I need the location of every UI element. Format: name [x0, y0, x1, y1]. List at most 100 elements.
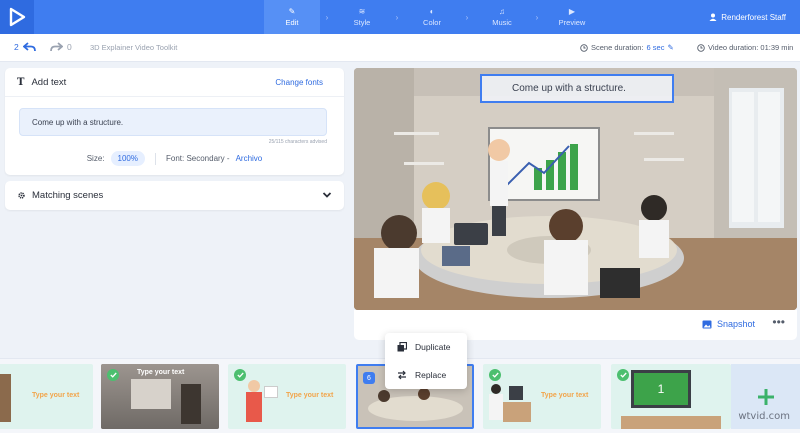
replace-label: Replace — [415, 370, 447, 380]
matching-scenes-title: Matching scenes — [32, 190, 104, 201]
redo-button[interactable]: 0 — [50, 42, 72, 52]
project-name: 3D Explainer Video Toolkit — [90, 43, 178, 52]
desk-shape — [503, 402, 531, 422]
matching-scenes-panel[interactable]: Matching scenes — [5, 181, 344, 210]
video-duration: Video duration: 01:39 min — [697, 43, 793, 52]
character-head — [491, 384, 501, 394]
step-label: Color — [423, 17, 441, 27]
scene-number-badge: 6 — [363, 372, 375, 384]
thumbnail-text: Type your text — [32, 392, 80, 399]
clock-icon — [580, 43, 588, 52]
chevron-right-icon: › — [535, 12, 539, 22]
checkmark-icon — [617, 369, 629, 381]
scene-preview[interactable]: Come up with a structure. — [354, 68, 797, 310]
bookshelf-shape — [181, 384, 201, 424]
swap-arrows-icon — [398, 370, 406, 380]
user-menu[interactable]: Renderforest Staff — [709, 0, 786, 34]
scene-illustration — [354, 68, 797, 310]
character-head — [378, 390, 390, 402]
pencil-icon: ✎ — [288, 6, 296, 16]
scene-duration[interactable]: Scene duration: 6 sec ✎ — [580, 43, 674, 52]
font-label: Font: Secondary - — [165, 154, 230, 163]
add-text-title: Add text — [31, 77, 67, 88]
duplicate-label: Duplicate — [415, 342, 451, 352]
step-music[interactable]: ♫ Music — [474, 0, 530, 34]
app-logo[interactable] — [0, 0, 34, 34]
size-value-button[interactable]: 100% — [110, 151, 145, 166]
scene-text-input[interactable]: Come up with a structure. — [19, 108, 327, 136]
editor-toolbar: 2 0 3D Explainer Video Toolkit Scene dur… — [0, 34, 800, 62]
step-style[interactable]: ≋ Style — [334, 0, 390, 34]
layers-icon: ≋ — [358, 6, 366, 16]
add-text-header: T Add text — [17, 77, 66, 88]
preview-caption-text[interactable]: Come up with a structure. — [480, 74, 674, 103]
change-fonts-link[interactable]: Change fonts — [275, 78, 323, 87]
user-name: Renderforest Staff — [721, 12, 786, 22]
scene-context-menu: Duplicate Replace — [385, 333, 467, 389]
undo-count: 2 — [14, 42, 19, 52]
chevron-down-icon[interactable] — [322, 190, 332, 200]
divider — [5, 96, 344, 97]
wizard-steps: ✎ Edit › ≋ Style › ◐ Color › ♫ Music › ▶… — [264, 0, 600, 34]
thumbnail-text: Type your text — [286, 392, 334, 399]
character-head — [248, 380, 260, 392]
image-icon — [702, 320, 712, 328]
matching-scenes-header: Matching scenes — [17, 190, 103, 201]
divider — [154, 152, 156, 165]
character-body — [246, 392, 262, 422]
step-label: Style — [353, 17, 371, 27]
scene-duration-value: 6 sec — [646, 43, 665, 52]
thumbnail-text: Type your text — [541, 392, 589, 399]
watermark: wtvid.com — [738, 411, 790, 422]
user-icon — [709, 13, 717, 21]
character-figure — [0, 374, 11, 422]
duplicate-icon — [397, 342, 407, 352]
window-shape — [131, 379, 171, 409]
replace-menu-item[interactable]: Replace — [385, 361, 467, 389]
redo-count: 0 — [67, 42, 72, 52]
video-duration-label: Video duration: 01:39 min — [708, 43, 794, 52]
pencil-icon[interactable]: ✎ — [667, 43, 673, 52]
undo-button[interactable]: 2 — [14, 42, 36, 52]
undo-arrow-icon — [22, 42, 36, 52]
add-text-panel: T Add text Change fonts Come up with a s… — [5, 68, 344, 175]
size-label: Size: — [86, 154, 105, 163]
duplicate-menu-item[interactable]: Duplicate — [385, 333, 467, 361]
scene-thumbnail[interactable]: 1 — [611, 364, 731, 429]
scene-thumbnail[interactable]: Type your text — [483, 364, 601, 429]
character-head — [418, 388, 430, 400]
sign-shape — [264, 386, 278, 398]
step-label: Preview — [558, 17, 586, 27]
redo-arrow-icon — [50, 42, 63, 52]
step-label: Music — [492, 17, 512, 27]
clock-icon — [697, 43, 705, 52]
checkmark-icon — [234, 369, 246, 381]
text-size-font-row: Size: 100% Font: Secondary - Archivo — [5, 151, 344, 166]
music-icon: ♫ — [499, 6, 505, 16]
chevron-right-icon: › — [395, 12, 399, 22]
step-edit[interactable]: ✎ Edit — [264, 0, 320, 34]
scene-thumbnail[interactable]: Type your text — [0, 364, 93, 429]
step-label: Edit — [285, 17, 299, 27]
plus-icon — [757, 388, 774, 405]
monitor-shape: 1 — [631, 370, 691, 408]
thumbnail-text: Type your text — [137, 369, 185, 376]
gear-icon — [18, 192, 25, 199]
checkmark-icon — [489, 369, 501, 381]
palette-icon: ◐ — [429, 6, 435, 16]
text-tool-icon: T — [17, 77, 25, 88]
scene-duration-label: Scene duration: — [591, 43, 644, 52]
scene-thumbnail[interactable]: Type your text — [228, 364, 346, 429]
more-options-icon[interactable]: ••• — [772, 315, 785, 329]
snapshot-button[interactable]: Snapshot — [702, 319, 755, 329]
font-name-link[interactable]: Archivo — [236, 154, 263, 163]
characters-advised: 25/115 characters advised — [268, 139, 327, 145]
scene-thumbnail[interactable]: Type your text — [101, 364, 219, 429]
monitor-shape — [509, 386, 523, 400]
step-color[interactable]: ◐ Color — [404, 0, 460, 34]
chevron-right-icon: › — [325, 12, 329, 22]
play-icon: ▶ — [568, 6, 576, 16]
checkmark-icon — [107, 369, 119, 381]
step-preview[interactable]: ▶ Preview — [544, 0, 600, 34]
chevron-right-icon: › — [465, 12, 469, 22]
